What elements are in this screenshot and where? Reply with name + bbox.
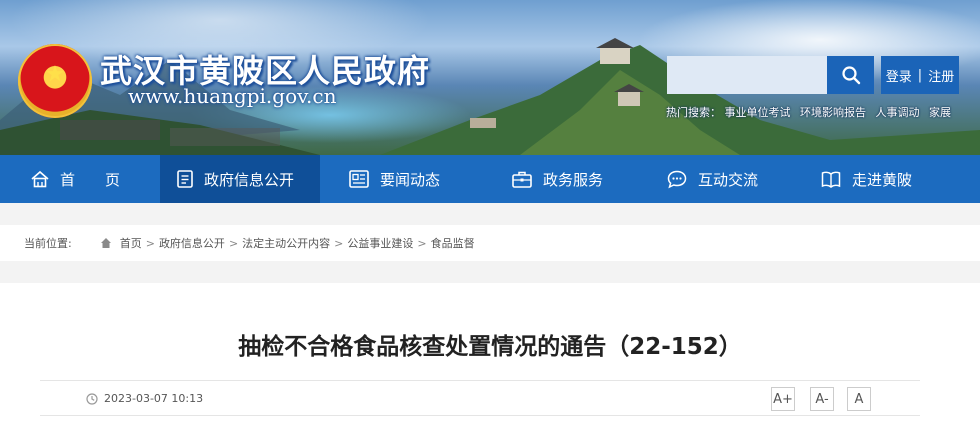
breadcrumb-separator: > xyxy=(417,236,427,250)
article-panel: 抽检不合格食品核查处置情况的通告（22-152） 2023-03-07 10:1… xyxy=(0,283,980,440)
font-decrease-button[interactable]: A- xyxy=(810,387,834,411)
document-icon xyxy=(177,170,193,188)
clock-icon xyxy=(86,392,98,405)
publish-date: 2023-03-07 10:13 xyxy=(86,392,203,405)
breadcrumb-item[interactable]: 首页 xyxy=(120,235,142,251)
hot-search-item[interactable]: 人事调动 xyxy=(876,106,920,119)
article-title: 抽检不合格食品核查处置情况的通告（22-152） xyxy=(238,334,742,360)
nav-item-about[interactable]: 走进黄陂 xyxy=(803,155,980,203)
nav-label: 互动交流 xyxy=(698,170,759,189)
header-banner: 武汉市黄陂区人民政府 www.huangpi.gov.cn 登录 | 注册 热门… xyxy=(0,0,980,155)
login-link[interactable]: 登录 xyxy=(886,66,912,85)
login-separator: | xyxy=(917,67,923,83)
nav-label: 政务服务 xyxy=(543,170,604,189)
main-nav: 首 页 政府信息公开 要闻动态 政务服务 互动交流 走进黄陂 xyxy=(0,155,980,203)
nav-label: 政府信息公开 xyxy=(204,170,295,189)
home-icon xyxy=(100,238,111,248)
nav-label: 首 页 xyxy=(60,170,121,189)
home-icon xyxy=(31,170,49,188)
nav-item-news[interactable]: 要闻动态 xyxy=(320,155,480,203)
breadcrumb-item[interactable]: 公益事业建设 xyxy=(347,235,413,251)
breadcrumb-item[interactable]: 食品监督 xyxy=(431,235,475,251)
breadcrumb-item[interactable]: 政府信息公开 xyxy=(159,235,225,251)
nav-item-services[interactable]: 政务服务 xyxy=(480,155,643,203)
article-meta-bar: 2023-03-07 10:13 A+ A- A xyxy=(40,380,920,416)
breadcrumb-separator: > xyxy=(145,236,155,250)
nav-item-interaction[interactable]: 互动交流 xyxy=(643,155,803,203)
hot-search-item[interactable]: 环境影响报告 xyxy=(800,106,866,119)
search-input[interactable] xyxy=(667,56,827,94)
font-increase-button[interactable]: A+ xyxy=(771,387,795,411)
hot-search: 热门搜索： 事业单位考试 环境影响报告 人事调动 家展 xyxy=(666,104,957,120)
book-icon xyxy=(821,171,841,188)
news-icon xyxy=(349,170,369,188)
search-icon xyxy=(841,66,860,85)
nav-label: 要闻动态 xyxy=(380,170,441,189)
publish-date-text: 2023-03-07 10:13 xyxy=(104,392,204,405)
breadcrumb-lead: 当前位置: xyxy=(24,237,72,250)
breadcrumb: 当前位置: 首页 > 政府信息公开 > 法定主动公开内容 > 公益事业建设 > … xyxy=(0,225,980,261)
hot-search-item[interactable]: 事业单位考试 xyxy=(725,106,791,119)
chat-icon xyxy=(667,170,687,189)
font-reset-button[interactable]: A xyxy=(847,387,871,411)
breadcrumb-separator: > xyxy=(334,236,344,250)
nav-label: 走进黄陂 xyxy=(852,170,913,189)
search-button[interactable] xyxy=(827,56,874,94)
nav-item-gov-info[interactable]: 政府信息公开 xyxy=(160,155,320,203)
site-url: www.huangpi.gov.cn xyxy=(128,84,337,108)
register-link[interactable]: 注册 xyxy=(928,66,954,85)
breadcrumb-separator: > xyxy=(228,236,239,250)
briefcase-icon xyxy=(512,171,532,188)
login-register-box: 登录 | 注册 xyxy=(881,56,959,94)
breadcrumb-item[interactable]: 法定主动公开内容 xyxy=(242,235,330,251)
national-emblem-icon xyxy=(18,44,92,118)
hot-search-item[interactable]: 家展 xyxy=(929,106,951,119)
nav-item-home[interactable]: 首 页 xyxy=(0,155,160,203)
hot-search-label: 热门搜索： xyxy=(666,106,721,119)
